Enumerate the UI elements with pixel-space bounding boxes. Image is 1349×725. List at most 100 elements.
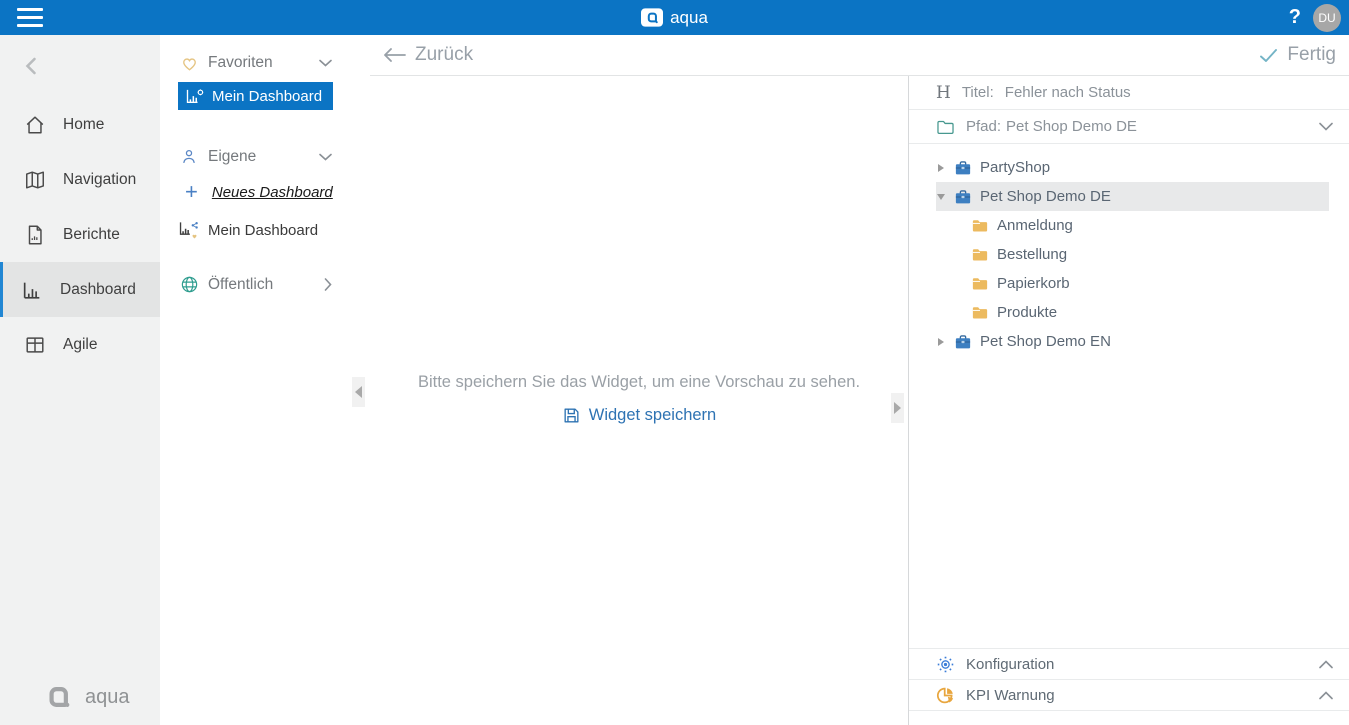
configuration-label: Konfiguration	[966, 656, 1054, 673]
collapse-sidebar-button[interactable]	[0, 35, 160, 97]
tree-node-label: Bestellung	[997, 246, 1067, 263]
tree-node-anmeldung[interactable]: Anmeldung	[936, 211, 1329, 240]
collapse-properties-panel-handle[interactable]	[891, 393, 904, 423]
sidebar-item-berichte[interactable]: Berichte	[0, 207, 160, 262]
done-label: Fertig	[1287, 44, 1336, 66]
footer-logo-text: aqua	[85, 686, 130, 709]
own-dashboard-item[interactable]: Mein Dashboard	[160, 220, 370, 240]
dashboards-panel: Favoriten Mein Dashboard Eigene + Neues …	[160, 35, 370, 725]
bar-chart-icon	[21, 279, 43, 301]
checkmark-icon	[1259, 48, 1278, 63]
tree-node-label: PartyShop	[980, 159, 1050, 176]
chevron-up-icon	[1319, 691, 1333, 700]
plus-icon: +	[185, 181, 198, 203]
sidebar-item-dashboard[interactable]: Dashboard	[0, 262, 160, 317]
sidebar-item-label: Dashboard	[60, 281, 136, 299]
tree-node-pet-shop-demo-en[interactable]: Pet Shop Demo EN	[936, 327, 1329, 356]
public-label: Öffentlich	[208, 276, 273, 294]
sidebar-item-agile[interactable]: Agile	[0, 317, 160, 372]
sidebar-item-navigation[interactable]: Navigation	[0, 152, 160, 207]
back-button[interactable]: Zurück	[383, 44, 473, 66]
tree-node-bestellung[interactable]: Bestellung	[936, 240, 1329, 269]
favorite-dashboard-label: Mein Dashboard	[212, 88, 322, 105]
widget-properties-panel: H Titel: Fehler nach Status Pfad: Pet Sh…	[908, 76, 1349, 725]
widget-preview-area: Bitte speichern Sie das Widget, um eine …	[370, 76, 908, 725]
sidebar-item-label: Navigation	[63, 171, 136, 189]
work-area: Zurück Fertig Bitte speichern Sie das Wi…	[370, 35, 1349, 725]
folder-icon	[971, 276, 989, 291]
sidebar-item-label: Agile	[63, 336, 97, 354]
favorite-dashboard-item[interactable]: Mein Dashboard	[178, 82, 333, 110]
preview-empty-message: Bitte speichern Sie das Widget, um eine …	[370, 373, 908, 392]
project-tree: PartyShop Pet Shop Demo DE Anmeldun	[909, 144, 1349, 648]
chevron-right-icon	[324, 278, 332, 291]
sidebar-footer-logo: aqua	[0, 683, 160, 725]
sidebar-item-home[interactable]: Home	[0, 97, 160, 152]
favorites-label: Favoriten	[208, 54, 273, 72]
tree-node-produkte[interactable]: Produkte	[936, 298, 1329, 327]
help-icon[interactable]: ?	[1289, 6, 1301, 29]
title-value: Fehler nach Status	[1005, 84, 1131, 101]
own-dashboard-label: Mein Dashboard	[208, 222, 318, 239]
chevron-down-icon	[319, 153, 332, 161]
title-label: Titel:	[962, 84, 994, 101]
save-widget-label: Widget speichern	[589, 406, 716, 425]
globe-icon	[180, 275, 199, 294]
sidebar-item-label: Berichte	[63, 226, 120, 244]
tree-node-pet-shop-demo-de[interactable]: Pet Shop Demo DE	[936, 182, 1329, 211]
person-icon	[180, 147, 198, 166]
own-label: Eigene	[208, 148, 256, 166]
board-grid-icon	[24, 334, 46, 356]
done-button[interactable]: Fertig	[1259, 44, 1336, 66]
user-avatar[interactable]: DU	[1313, 4, 1341, 32]
folder-icon	[971, 218, 989, 233]
tree-node-papierkorb[interactable]: Papierkorb	[936, 269, 1329, 298]
report-document-icon	[24, 224, 46, 246]
back-label: Zurück	[415, 44, 473, 66]
own-section-header[interactable]: Eigene	[160, 147, 370, 166]
gear-icon	[936, 655, 955, 674]
kpi-warning-section-header[interactable]: KPI Warnung	[909, 679, 1349, 710]
favorites-section-header[interactable]: Favoriten	[160, 54, 370, 72]
heart-icon	[180, 54, 199, 72]
path-label: Pfad:	[966, 118, 1001, 135]
main-sidebar: Home Navigation Berichte Dashboard Agile	[0, 35, 160, 725]
pie-chart-icon	[936, 686, 955, 705]
kpi-warning-label: KPI Warnung	[966, 687, 1055, 704]
title-h-icon: H	[936, 83, 951, 103]
properties-bottom-spacer	[909, 710, 1349, 725]
aqua-logo-icon	[641, 8, 663, 27]
app-body: Home Navigation Berichte Dashboard Agile	[0, 35, 1349, 725]
aqua-logo-gray-icon	[42, 683, 76, 711]
sidebar-item-label: Home	[63, 116, 104, 134]
folder-icon	[971, 247, 989, 262]
tree-node-label: Pet Shop Demo DE	[980, 188, 1111, 205]
save-widget-button[interactable]: Widget speichern	[370, 406, 908, 425]
path-value: Pet Shop Demo DE	[1006, 118, 1137, 135]
tree-node-label: Pet Shop Demo EN	[980, 333, 1111, 350]
collapse-dashboards-panel-handle[interactable]	[352, 377, 365, 407]
expander-collapsed-icon[interactable]	[936, 164, 946, 172]
home-icon	[24, 114, 46, 136]
triangle-right-icon	[894, 402, 901, 414]
public-section-header[interactable]: Öffentlich	[160, 275, 370, 294]
widget-title-row[interactable]: H Titel: Fehler nach Status	[909, 76, 1349, 110]
chevron-left-icon	[24, 57, 38, 75]
project-briefcase-icon	[954, 160, 972, 176]
app-title: aqua	[670, 8, 708, 28]
dashboard-widget-gear-icon	[185, 88, 205, 105]
triangle-left-icon	[355, 386, 362, 398]
new-dashboard-button[interactable]: + Neues Dashboard	[160, 181, 370, 203]
expander-collapsed-icon[interactable]	[936, 338, 946, 346]
configuration-section-header[interactable]: Konfiguration	[909, 648, 1349, 679]
folder-outline-icon	[936, 119, 955, 135]
chevron-down-icon	[319, 59, 332, 67]
project-briefcase-icon	[954, 189, 972, 205]
dashboard-shared-favorite-icon	[178, 220, 200, 240]
widget-path-row[interactable]: Pfad: Pet Shop Demo DE	[909, 110, 1349, 144]
tree-node-label: Anmeldung	[997, 217, 1073, 234]
chevron-down-icon[interactable]	[1319, 122, 1333, 131]
tree-node-partyshop[interactable]: PartyShop	[936, 153, 1329, 182]
expander-expanded-icon[interactable]	[936, 194, 946, 200]
widget-editor-header: Zurück Fertig	[370, 35, 1349, 76]
